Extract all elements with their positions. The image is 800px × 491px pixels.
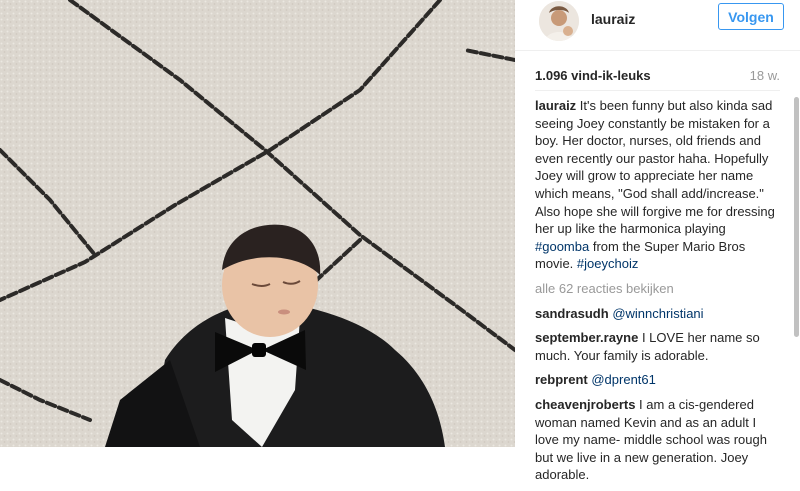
post-header: lauraiz Volgen bbox=[515, 0, 800, 51]
comments-scrollbar[interactable] bbox=[794, 97, 799, 337]
post-age[interactable]: 18 w. bbox=[750, 68, 780, 83]
follow-button[interactable]: Volgen bbox=[718, 3, 784, 30]
comment-username[interactable]: rebprent bbox=[535, 372, 588, 387]
scrollbar-thumb[interactable] bbox=[794, 97, 799, 337]
caption-text-1: It's been funny but also kinda sad seein… bbox=[535, 98, 775, 237]
comment-mention[interactable]: @dprent61 bbox=[591, 372, 656, 387]
comment-username[interactable]: september.rayne bbox=[535, 330, 638, 345]
avatar[interactable] bbox=[539, 1, 579, 41]
hashtag-goomba[interactable]: #goomba bbox=[535, 239, 589, 254]
post-username[interactable]: lauraiz bbox=[591, 11, 635, 27]
caption-username[interactable]: lauraiz bbox=[535, 98, 576, 113]
comment-item: rebprent @dprent61 bbox=[535, 371, 781, 389]
comment-item: september.rayne I LOVE her name so much.… bbox=[535, 329, 781, 364]
caption: lauraiz It's been funny but also kinda s… bbox=[535, 97, 781, 273]
comment-item: cheavenjroberts I am a cis-gendered woma… bbox=[535, 396, 781, 484]
divider bbox=[535, 90, 780, 91]
comment-mention[interactable]: @winnchristiani bbox=[612, 306, 703, 321]
post-sidebar: lauraiz Volgen 1.096 vind-ik-leuks 18 w.… bbox=[515, 0, 800, 482]
post-image[interactable] bbox=[0, 0, 515, 447]
comment-item: sandrasudh @winnchristiani bbox=[535, 305, 781, 323]
view-all-comments-link[interactable]: alle 62 reacties bekijken bbox=[535, 280, 781, 298]
like-count[interactable]: 1.096 vind-ik-leuks bbox=[535, 68, 651, 83]
comment-list: lauraiz It's been funny but also kinda s… bbox=[535, 97, 781, 491]
comment-username[interactable]: sandrasudh bbox=[535, 306, 609, 321]
hashtag-joeychoiz[interactable]: #joeychoiz bbox=[577, 256, 638, 271]
comment-username[interactable]: cheavenjroberts bbox=[535, 397, 635, 412]
